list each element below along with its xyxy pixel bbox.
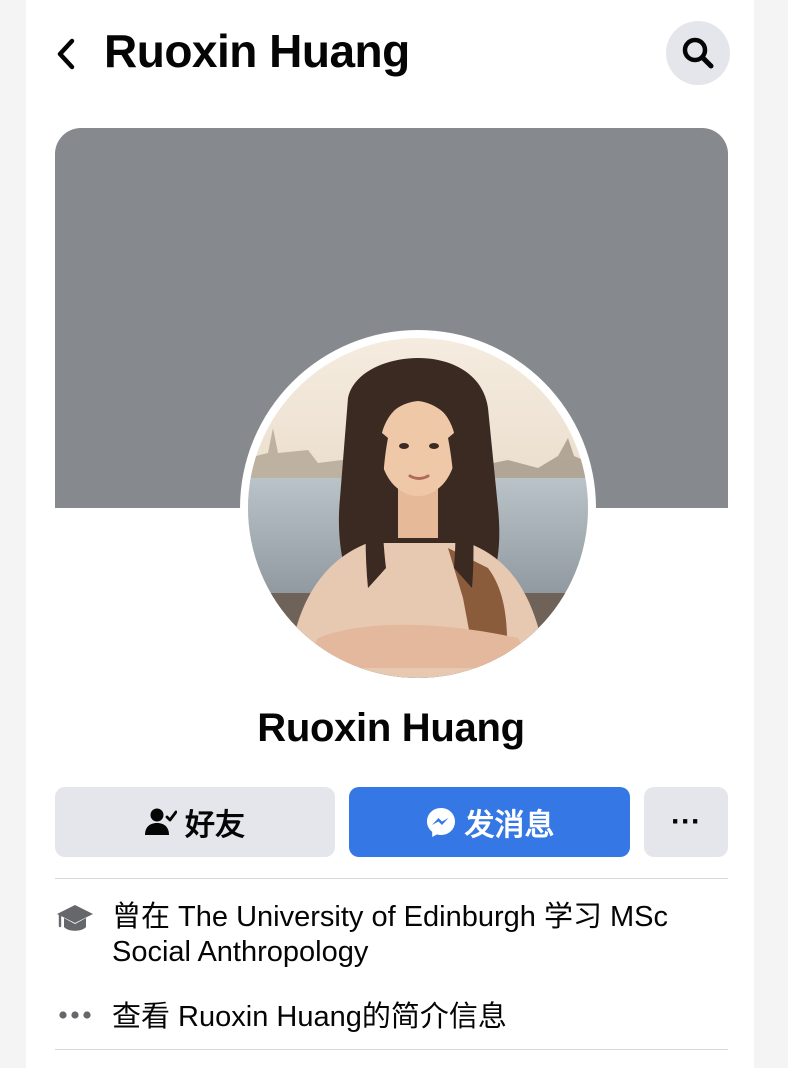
avatar (248, 338, 588, 678)
profile-name: Ruoxin Huang (257, 706, 525, 750)
friends-label: 好友 (185, 809, 245, 842)
message-button[interactable]: 发消息 (349, 787, 630, 857)
more-options-button[interactable]: ··· (644, 787, 728, 857)
divider-bottom (55, 1049, 728, 1050)
chevron-left-icon (57, 38, 75, 70)
more-label: ··· (671, 805, 701, 838)
friends-button[interactable]: 好友 (55, 787, 335, 857)
profile-picture[interactable] (240, 330, 596, 686)
messenger-icon (425, 806, 457, 838)
back-button[interactable] (52, 34, 80, 74)
about-link[interactable]: 查看 Ruoxin Huang的简介信息 (112, 1000, 732, 1035)
person-check-icon (145, 807, 177, 837)
message-label: 发消息 (464, 809, 555, 842)
education-text: 曾在 The University of Edinburgh 学习 MSc So… (112, 901, 669, 968)
search-button[interactable] (666, 21, 730, 85)
search-icon (682, 37, 714, 69)
page-title: Ruoxin Huang (104, 25, 410, 77)
education-row: 曾在 The University of Edinburgh 学习 MSc So… (55, 900, 735, 972)
about-row[interactable]: 查看 Ruoxin Huang的简介信息 (55, 1000, 735, 1040)
divider-top (55, 878, 728, 879)
profile-page: Ruoxin Huang Ruoxin Huang 好友 发消息 ··· 曾在 … (26, 0, 754, 1068)
more-dots-icon (55, 1008, 95, 1022)
graduation-cap-icon (55, 902, 95, 936)
